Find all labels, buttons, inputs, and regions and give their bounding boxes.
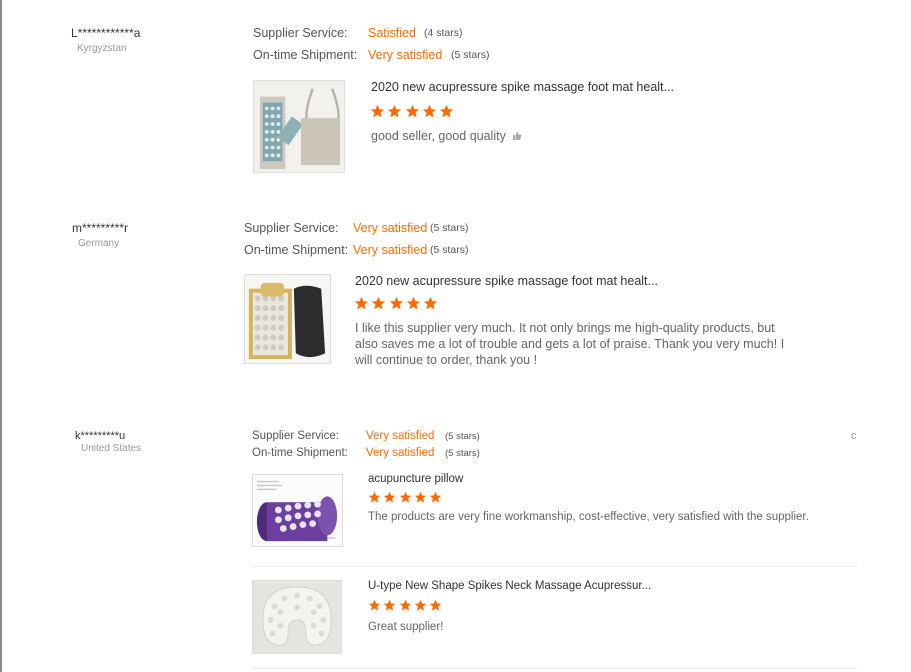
product-star-rating xyxy=(370,104,456,120)
star-icon xyxy=(368,599,381,612)
buyer-info: L************a Kyrgyzstan xyxy=(71,26,140,54)
acupressure-mat-gold-thumbnail[interactable] xyxy=(244,274,331,364)
review-comment: good seller, good quality xyxy=(371,128,791,144)
supplier-service-label: Supplier Service: xyxy=(253,26,348,40)
supplier-service-label: Supplier Service: xyxy=(244,221,339,235)
neck-pillow-thumbnail[interactable] xyxy=(252,580,342,654)
star-icon xyxy=(414,491,427,504)
review-comment-text: good seller, good quality xyxy=(371,129,506,143)
on-time-shipment-label: On-time Shipment: xyxy=(252,447,348,459)
star-icon xyxy=(405,104,420,119)
on-time-shipment-stars: (5 stars) xyxy=(430,244,469,256)
on-time-shipment-value: Very satisfied xyxy=(366,447,435,459)
star-icon xyxy=(406,296,421,311)
buyer-name: k*********u xyxy=(75,430,126,442)
product-title[interactable]: 2020 new acupressure spike massage foot … xyxy=(371,80,674,94)
product-divider xyxy=(252,668,857,669)
product-divider xyxy=(252,566,857,567)
supplier-service-stars: (5 stars) xyxy=(445,431,480,442)
star-icon xyxy=(383,599,396,612)
product-star-rating xyxy=(368,491,444,507)
buyer-country: Germany xyxy=(78,238,120,249)
on-time-shipment-stars: (5 stars) xyxy=(451,49,490,61)
star-icon xyxy=(439,104,454,119)
supplier-service-value: Very satisfied xyxy=(353,221,428,235)
thumbs-up-icon xyxy=(512,129,522,140)
product-star-rating xyxy=(354,296,440,312)
star-icon xyxy=(387,104,402,119)
supplier-service-stars: (4 stars) xyxy=(424,27,463,39)
star-icon xyxy=(383,491,396,504)
page-left-border xyxy=(0,0,2,672)
star-icon xyxy=(368,491,381,504)
supplier-service-value: Very satisfied xyxy=(366,430,435,442)
buyer-name: L************a xyxy=(71,26,141,40)
star-icon xyxy=(389,296,404,311)
supplier-service-label: Supplier Service: xyxy=(252,430,339,442)
star-icon xyxy=(422,104,437,119)
corner-mark: c xyxy=(851,430,857,442)
product-title[interactable]: U-type New Shape Spikes Neck Massage Acu… xyxy=(368,580,651,592)
star-icon xyxy=(370,104,385,119)
star-icon xyxy=(371,296,386,311)
review-comment: The products are very fine workmanship, … xyxy=(368,511,809,523)
buyer-country: Kyrgyzstan xyxy=(77,43,127,54)
star-icon xyxy=(399,599,412,612)
supplier-service-value: Satisfied xyxy=(368,26,416,40)
buyer-country: United States xyxy=(81,443,142,454)
on-time-shipment-label: On-time Shipment: xyxy=(244,243,349,257)
review-comment: I like this supplier very much. It not o… xyxy=(355,321,785,367)
on-time-shipment-label: On-time Shipment: xyxy=(253,48,358,62)
buyer-info: k*********u United States xyxy=(75,430,141,454)
star-icon xyxy=(423,296,438,311)
star-icon xyxy=(354,296,369,311)
star-icon xyxy=(429,491,442,504)
supplier-service-stars: (5 stars) xyxy=(430,222,469,234)
on-time-shipment-stars: (5 stars) xyxy=(445,448,480,459)
star-icon xyxy=(414,599,427,612)
product-title[interactable]: 2020 new acupressure spike massage foot … xyxy=(355,274,658,288)
star-icon xyxy=(429,599,442,612)
review-comment: Great supplier! xyxy=(368,621,444,633)
buyer-name: m*********r xyxy=(72,221,129,235)
buyer-info: m*********r Germany xyxy=(72,221,128,249)
acupressure-mat-and-bag-thumbnail[interactable] xyxy=(253,80,345,173)
on-time-shipment-value: Very satisfied xyxy=(353,243,428,257)
star-icon xyxy=(399,491,412,504)
product-star-rating xyxy=(368,599,444,615)
on-time-shipment-value: Very satisfied xyxy=(368,48,443,62)
acupuncture-pillow-thumbnail[interactable] xyxy=(252,474,343,547)
product-title[interactable]: acupuncture pillow xyxy=(368,473,463,485)
